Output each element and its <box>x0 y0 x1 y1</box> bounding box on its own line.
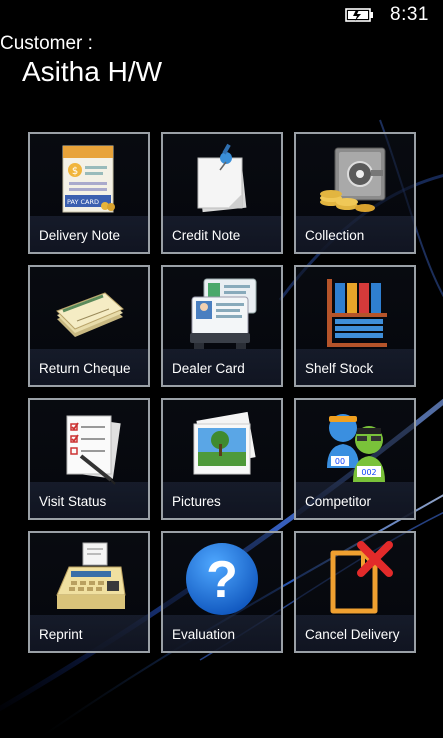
tile-label-evaluation: Evaluation <box>172 627 236 642</box>
pictures-icon <box>180 406 264 488</box>
tile-pictures[interactable]: Pictures <box>161 398 283 520</box>
tile-credit-note[interactable]: Credit Note <box>161 132 283 254</box>
question-icon: ? <box>180 539 264 621</box>
tile-label-credit-note: Credit Note <box>172 228 241 243</box>
tile-competitor[interactable]: 00 002 Competitor <box>294 398 416 520</box>
cancel-delivery-icon <box>313 539 397 621</box>
tile-reprint[interactable]: Reprint <box>28 531 150 653</box>
tile-label-return-cheque: Return Cheque <box>39 361 131 376</box>
shelf-stock-icon <box>313 273 397 355</box>
tile-shelf-stock[interactable]: Shelf Stock <box>294 265 416 387</box>
tile-cancel-delivery[interactable]: Cancel Delivery <box>294 531 416 653</box>
customer-name: Asitha H/W <box>22 56 163 87</box>
tile-evaluation[interactable]: ? Evaluation <box>161 531 283 653</box>
tile-label-dealer-card: Dealer Card <box>172 361 245 376</box>
tile-label-competitor: Competitor <box>305 494 372 509</box>
tile-visit-status[interactable]: Visit Status <box>28 398 150 520</box>
tile-dealer-card[interactable]: Dealer Card <box>161 265 283 387</box>
tile-label-collection: Collection <box>305 228 365 243</box>
svg-text:002: 002 <box>361 468 376 477</box>
menu-tile-grid: $ PAY CARD Delivery Note Credit Note Col… <box>28 132 418 654</box>
tile-label-visit-status: Visit Status <box>39 494 107 509</box>
svg-text:00: 00 <box>335 457 345 466</box>
checklist-icon <box>47 406 131 488</box>
collection-safe-icon <box>313 140 397 222</box>
svg-text:PAY CARD: PAY CARD <box>67 198 99 206</box>
delivery-note-icon: $ PAY CARD <box>47 140 131 222</box>
svg-text:$: $ <box>72 166 78 177</box>
tile-label-reprint: Reprint <box>39 627 83 642</box>
tile-label-cancel-delivery: Cancel Delivery <box>305 627 400 642</box>
customer-label: Customer : <box>0 33 93 54</box>
tile-return-cheque[interactable]: Return Cheque <box>28 265 150 387</box>
clock: 8:31 <box>390 4 429 25</box>
printer-icon <box>47 539 131 621</box>
status-bar: 8:31 <box>0 0 443 32</box>
tile-label-shelf-stock: Shelf Stock <box>305 361 374 376</box>
credit-note-icon <box>180 140 264 222</box>
svg-text:?: ? <box>206 551 238 609</box>
tile-collection[interactable]: Collection <box>294 132 416 254</box>
battery-charging-icon <box>345 7 375 23</box>
cheque-icon <box>47 273 131 355</box>
dealer-card-icon <box>180 273 264 355</box>
tile-label-pictures: Pictures <box>172 494 221 509</box>
tile-label-delivery-note: Delivery Note <box>39 228 121 243</box>
competitor-icon: 00 002 <box>313 406 397 488</box>
tile-delivery-note[interactable]: $ PAY CARD Delivery Note <box>28 132 150 254</box>
